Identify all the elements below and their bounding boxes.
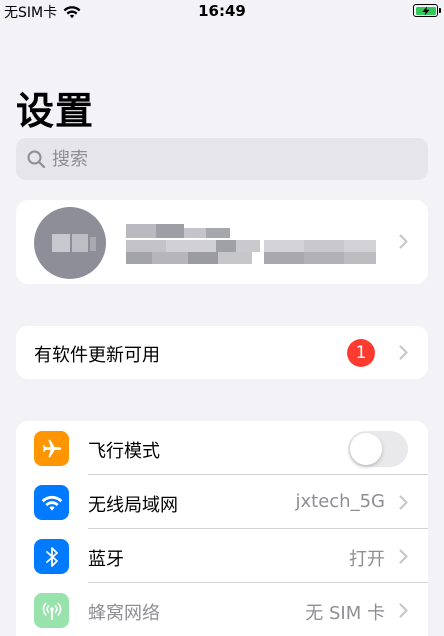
status-time: 16:49 (198, 2, 246, 20)
cellular-label: 蜂窝网络 (88, 603, 160, 624)
bluetooth-value: 打开 (349, 549, 385, 570)
wlan-value: jxtech_5G (295, 491, 386, 512)
charging-bolt-icon (421, 6, 430, 15)
settings-screen: 无SIM卡 16:49 设置 搜索 有软件更新可用 1 飞行模式 无线局域网 j… (0, 0, 444, 636)
airplane-mode-label: 飞行模式 (88, 441, 160, 462)
avatar-blur-block (52, 234, 70, 252)
settings-row-cellular[interactable]: 蜂窝网络 无 SIM 卡 (16, 583, 428, 636)
chevron-right-icon (399, 345, 408, 360)
airplane-glyph (42, 439, 61, 457)
airplane-mode-toggle[interactable] (348, 431, 408, 467)
battery-fill (415, 6, 436, 15)
chevron-right-icon (399, 234, 408, 249)
settings-row-airplane-mode[interactable]: 飞行模式 (16, 421, 428, 475)
chevron-right-icon (399, 603, 408, 618)
apple-id-card[interactable] (16, 200, 428, 284)
battery-charging-icon (413, 4, 441, 17)
battery-tip (439, 8, 441, 13)
settings-row-wlan[interactable]: 无线局域网 jxtech_5G (16, 475, 428, 529)
search-icon (27, 150, 46, 169)
status-bar: 无SIM卡 16:49 (0, 0, 444, 22)
chevron-right-icon (399, 549, 408, 564)
avatar-blur-block (72, 234, 88, 252)
search-input[interactable] (52, 148, 412, 170)
wifi-icon (34, 485, 69, 520)
airplane-icon (34, 431, 69, 466)
update-badge: 1 (347, 339, 375, 367)
toggle-knob (350, 433, 382, 465)
page-title: 设置 (16, 89, 95, 133)
blurred-account-name (126, 224, 382, 266)
bluetooth-label: 蓝牙 (88, 549, 124, 570)
software-update-row[interactable]: 有软件更新可用 1 (16, 326, 428, 379)
wlan-label: 无线局域网 (88, 495, 178, 516)
search-bar[interactable] (16, 138, 428, 180)
cellular-icon (34, 593, 69, 628)
avatar-icon (34, 207, 106, 279)
chevron-right-icon (399, 495, 408, 510)
software-update-label: 有软件更新可用 (34, 345, 160, 366)
bluetooth-icon (34, 539, 69, 574)
cellular-value: 无 SIM 卡 (305, 603, 385, 624)
connectivity-settings-group: 飞行模式 无线局域网 jxtech_5G 蓝牙 打开 蜂窝网络 无 SIM 卡 (16, 421, 428, 636)
bluetooth-glyph (45, 546, 58, 567)
settings-row-bluetooth[interactable]: 蓝牙 打开 (16, 529, 428, 583)
wifi-glyph (41, 495, 62, 511)
avatar-blur-block (90, 237, 96, 251)
cellular-glyph (42, 602, 61, 620)
